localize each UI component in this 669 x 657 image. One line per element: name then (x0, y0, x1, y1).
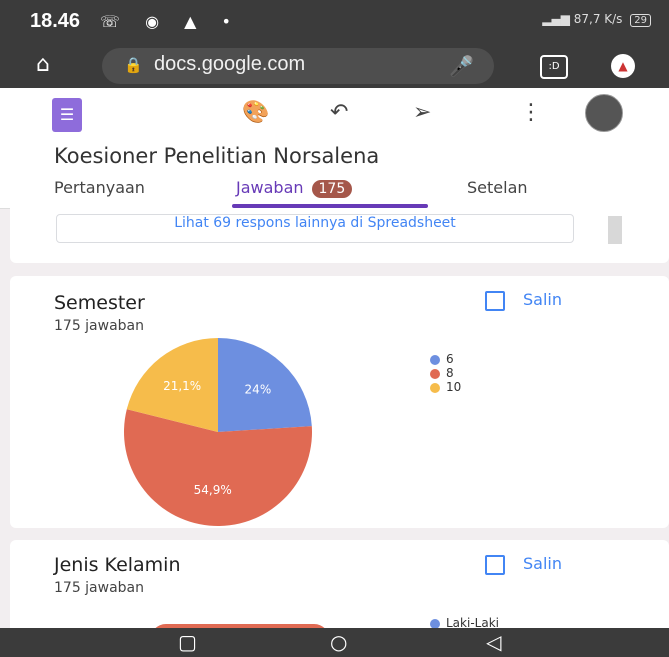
recents-icon[interactable]: ▢ (178, 630, 197, 654)
pie-slice-label: 21,1% (163, 379, 201, 393)
scrollbar[interactable] (608, 216, 622, 244)
legend-label: 10 (446, 380, 462, 394)
palette-icon[interactable]: 🎨 (242, 100, 269, 125)
chart-legend: 6 8 10 (430, 352, 461, 394)
legend-item: 6 (430, 352, 461, 366)
legend-swatch (430, 368, 440, 379)
legend-swatch (430, 618, 440, 629)
tab-responses[interactable]: Jawaban 175 (236, 178, 353, 198)
pie-slice-label: 24% (245, 383, 272, 397)
copy-label: Salin (523, 290, 562, 309)
signal-icon: ▂▄▆ (542, 12, 570, 26)
pie-chart: 24% 54,9% 21,1% (123, 338, 312, 526)
url-text: docs.google.com (154, 53, 306, 75)
system-nav-bar: ▢ ○ ◁ (0, 628, 669, 657)
pie-slice-label: 54,9% (194, 483, 232, 497)
spreadsheet-link[interactable]: Lihat 69 respons lainnya di Spreadsheet (56, 214, 574, 243)
more-menu-icon[interactable]: ⋮ (520, 100, 542, 125)
back-icon[interactable]: ◁ (486, 630, 501, 654)
question-card-gender: Jenis Kelamin 175 jawaban Salin Laki-Lak… (10, 540, 669, 640)
mic-icon[interactable]: 🎤 (449, 54, 474, 78)
question-title: Semester (54, 292, 145, 314)
status-bar: 18.46 ☏ ◉ ▲ • ▂▄▆ 87,7 K/s 29 (0, 0, 669, 44)
response-count: 175 jawaban (54, 580, 145, 596)
update-icon[interactable]: ▲ (611, 54, 635, 78)
address-bar[interactable]: 🔒 docs.google.com 🎤 (102, 48, 494, 84)
status-right: ▂▄▆ 87,7 K/s 29 (542, 12, 651, 27)
response-count: 175 jawaban (54, 318, 145, 334)
copy-button[interactable]: Salin (485, 290, 562, 311)
question-title: Jenis Kelamin (54, 554, 181, 576)
avatar[interactable] (585, 94, 623, 132)
tab-settings[interactable]: Setelan (467, 178, 528, 197)
legend-label: 6 (446, 352, 454, 366)
legend-swatch (430, 354, 440, 365)
forms-header: ☰ 🎨 ↶ ➢ ⋮ Koesioner Penelitian Norsalena… (0, 88, 669, 209)
legend-item: 8 (430, 366, 461, 380)
browser-toolbar: ⌂ 🔒 docs.google.com 🎤 :D ▲ (0, 44, 669, 88)
tab-questions[interactable]: Pertanyaan (54, 178, 145, 197)
tab-switcher-button[interactable]: :D (540, 55, 568, 79)
notification-icons: ☏ ◉ ▲ • (100, 12, 241, 31)
question-card-semester: Semester 175 jawaban Salin 24% 54,9% 21,1%… (10, 276, 669, 528)
home-button-icon[interactable]: ○ (330, 630, 347, 654)
copy-label: Salin (523, 554, 562, 573)
tab-responses-label: Jawaban (236, 178, 304, 197)
send-icon[interactable]: ➢ (413, 100, 431, 125)
legend-item: 10 (430, 380, 461, 394)
copy-icon (485, 554, 505, 575)
more-responses-card: Lihat 69 respons lainnya di Spreadsheet (10, 208, 669, 263)
form-title: Koesioner Penelitian Norsalena (54, 144, 380, 168)
legend-label: 8 (446, 366, 454, 380)
legend-swatch (430, 382, 440, 393)
copy-icon (485, 290, 505, 311)
battery-icon: 29 (630, 14, 651, 27)
undo-icon[interactable]: ↶ (330, 100, 348, 125)
response-count-badge: 175 (311, 180, 353, 198)
copy-button[interactable]: Salin (485, 554, 562, 575)
status-time: 18.46 (30, 10, 81, 32)
network-speed: 87,7 K/s (573, 12, 623, 26)
home-icon[interactable]: ⌂ (36, 52, 50, 77)
forms-logo-icon[interactable]: ☰ (52, 98, 82, 132)
lock-icon: 🔒 (124, 56, 143, 74)
